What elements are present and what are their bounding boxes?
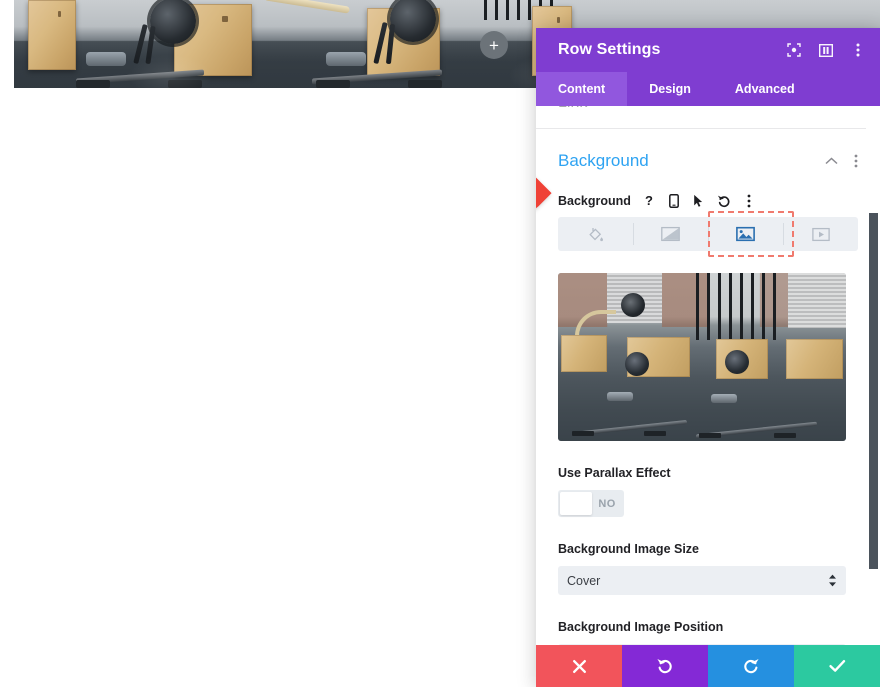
reset-undo-icon[interactable] [717,193,731,208]
gym-photo-thumbnail [558,273,846,441]
step-marker-badge: 1 [536,163,552,219]
plyo-box [367,8,440,76]
background-color-tab[interactable] [558,217,633,251]
background-video-tab[interactable] [783,217,858,251]
field-parallax: Use Parallax Effect NO [536,466,880,517]
tab-advanced[interactable]: Advanced [713,72,817,106]
paint-bucket-icon [587,226,604,243]
hover-cursor-icon[interactable] [692,193,706,208]
page-title: Row Settings [558,41,661,58]
close-x-icon [572,659,587,674]
background-image-tab[interactable] [708,217,783,251]
add-row-button[interactable]: + [480,31,508,59]
background-image-position-label: Background Image Position [558,620,724,634]
plus-icon: + [489,35,499,55]
more-vertical-icon[interactable] [850,42,866,58]
section-link-header[interactable]: Link ▼ [536,106,880,128]
image-icon [736,226,755,242]
section-background: Background Background ? [536,129,880,441]
barbell-rack-decor [484,0,554,20]
parallax-toggle[interactable]: NO [558,490,624,517]
toggle-knob [560,492,592,515]
select-spinner-icon [828,574,837,588]
responsive-phone-icon[interactable] [667,193,681,208]
section-background-header: Background [558,151,858,171]
background-image-size-select[interactable]: Cover [558,566,846,595]
panel-scrollbar[interactable] [866,106,880,645]
panel-scroll-area: Link ▼ Background [536,106,880,645]
background-gradient-tab[interactable] [633,217,708,251]
background-image-size-label: Background Image Size [558,542,700,556]
tab-design[interactable]: Design [627,72,713,106]
undo-icon [656,657,674,675]
chevron-up-icon[interactable] [825,157,838,165]
undo-button[interactable] [622,645,708,687]
parallax-label: Use Parallax Effect [558,466,671,480]
panel-footer-actions [536,645,880,687]
scrollbar-thumb[interactable] [869,213,878,569]
layout-columns-icon[interactable] [818,42,834,58]
rowing-machine [312,0,442,88]
panel-header-actions [786,42,866,58]
section-link-title: Link [558,106,587,111]
battle-rope [263,0,351,14]
rowing-machine [76,0,204,88]
row-settings-panel: Row Settings Content Design Advanced Bac… [536,28,880,687]
panel-body: Link ▼ Background [536,106,880,645]
check-icon [828,659,846,673]
panel-header: Row Settings [536,28,880,72]
screen-root: + Row Settings Content Design Advanced B… [0,0,880,687]
focus-target-icon[interactable] [786,42,802,58]
background-field-label-row: Background ? [558,193,858,208]
rowing-machine [572,351,688,437]
more-vertical-icon[interactable] [854,154,858,168]
background-image-position-select[interactable]: Center [558,644,846,645]
background-image-size-value: Cover [567,573,601,588]
help-icon[interactable]: ? [642,193,656,208]
gradient-icon [661,226,680,242]
cancel-button[interactable] [536,645,622,687]
panel-tabs: Content Design Advanced [536,72,880,106]
field-background-image-size: Background Image Size Cover [536,542,880,595]
chevron-down-icon[interactable]: ▼ [847,106,858,109]
rowing-machine [696,350,818,438]
field-background-image-position: Background Image Position Center [536,620,880,645]
more-vertical-icon[interactable] [742,193,756,208]
redo-icon [742,657,760,675]
background-image-preview[interactable] [558,273,846,441]
save-button[interactable] [794,645,880,687]
video-icon [811,227,830,242]
plyo-box [174,4,252,76]
plyo-box [28,0,76,70]
background-field-label: Background [558,193,631,208]
section-background-title: Background [558,151,649,170]
parallax-toggle-state: NO [598,497,616,510]
redo-button[interactable] [708,645,794,687]
tab-content[interactable]: Content [536,72,628,106]
background-type-tabs [558,211,858,257]
